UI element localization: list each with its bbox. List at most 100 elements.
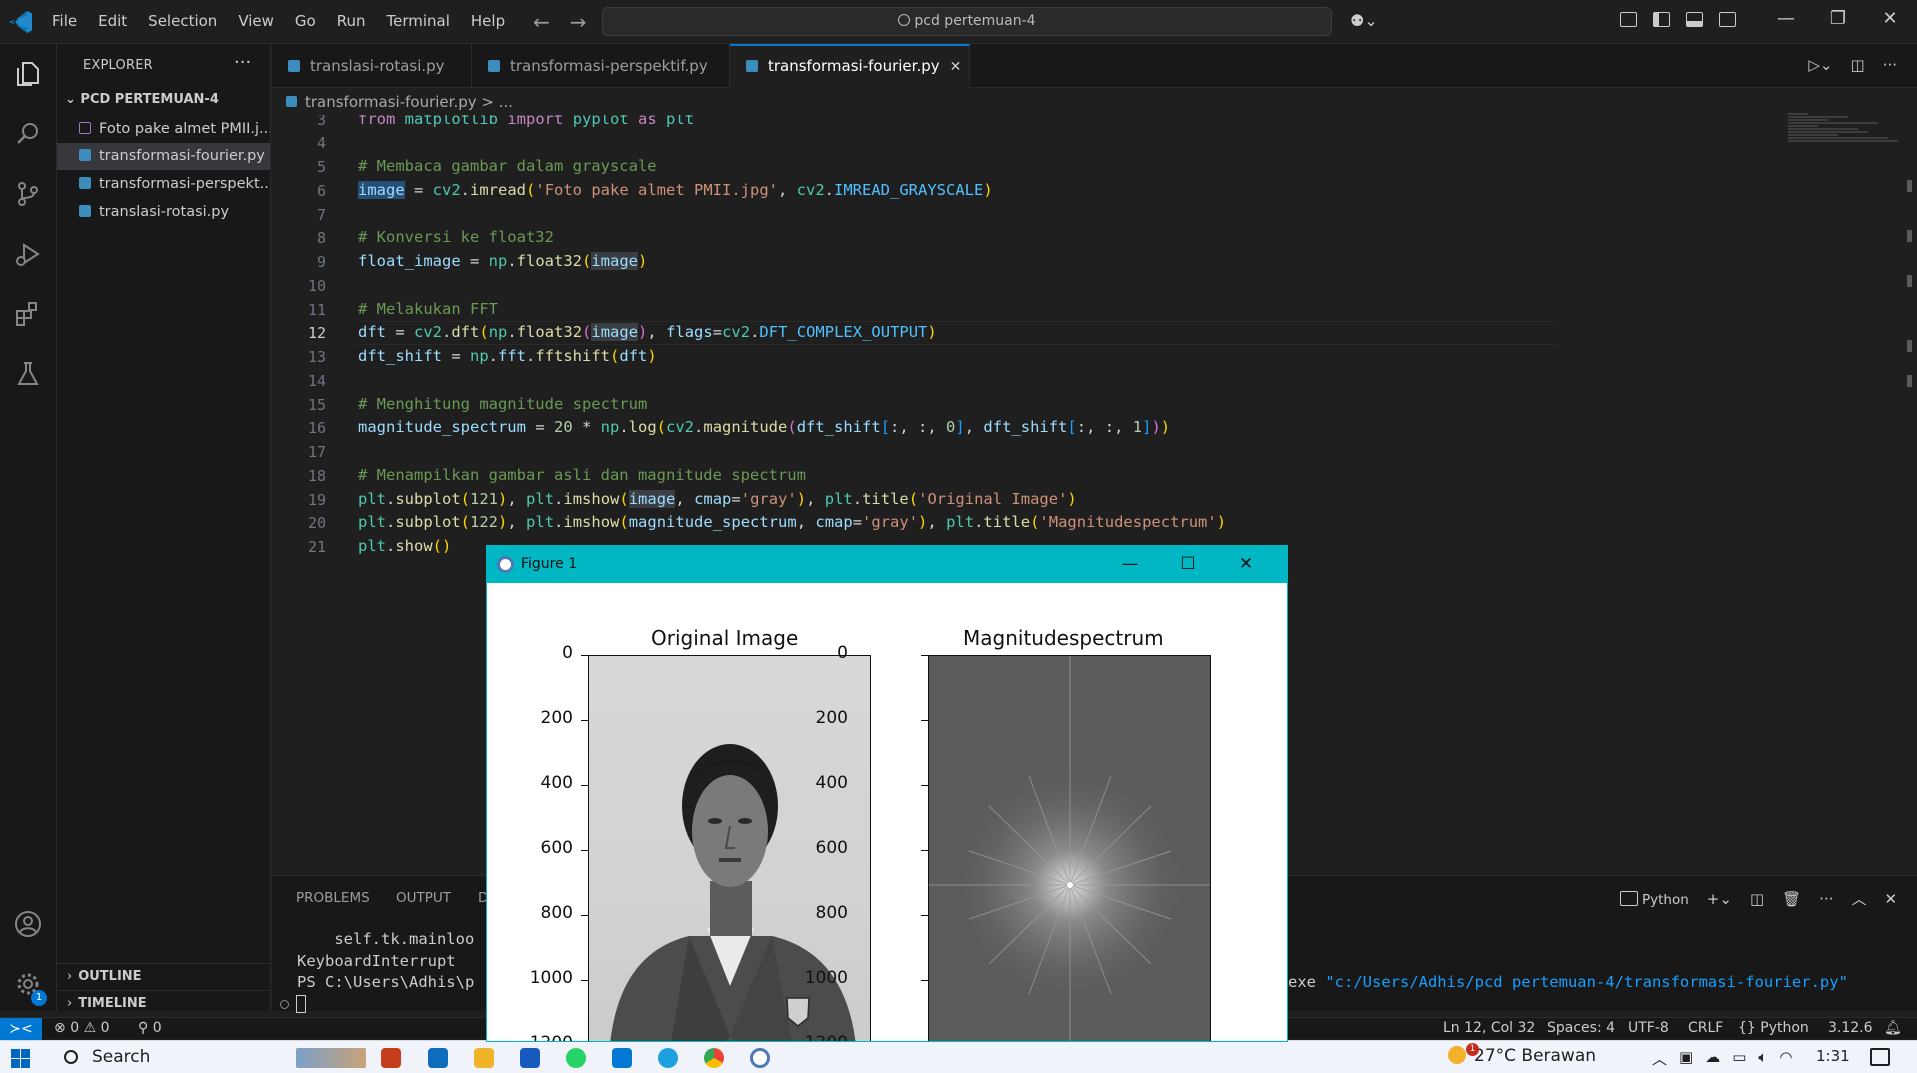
split-editor-icon[interactable]: ◫	[1851, 56, 1865, 74]
menu-run[interactable]: Run	[337, 12, 366, 30]
ports-indicator[interactable]: ⚲ 0	[138, 1020, 162, 1036]
wifi-icon[interactable]: ◠	[1779, 1048, 1792, 1069]
file-item-translasi-rotasi[interactable]: translasi-rotasi.py	[57, 199, 270, 226]
meet-now-icon[interactable]: ▣	[1679, 1048, 1693, 1069]
chevron-up-icon[interactable]: ︿	[1851, 888, 1866, 909]
taskbar-search[interactable]: Search	[46, 1043, 286, 1072]
python-version[interactable]: 3.12.6	[1828, 1020, 1873, 1036]
whatsapp-icon[interactable]	[566, 1048, 586, 1068]
toggle-panel-icon[interactable]	[1686, 12, 1703, 27]
tab-transformasi-fourier[interactable]: transformasi-fourier.py ✕	[730, 44, 970, 88]
microsoft-store-icon[interactable]	[428, 1048, 448, 1068]
more-actions-icon[interactable]: ···	[234, 52, 251, 73]
matplotlib-icon	[497, 556, 514, 573]
new-terminal-icon[interactable]: +⌄	[1707, 890, 1732, 908]
problems-indicator[interactable]: ⊗ 0 ⚠ 0	[54, 1020, 110, 1036]
run-python-icon[interactable]: ▷⌄	[1808, 56, 1832, 74]
line-number: 5	[316, 158, 326, 176]
close-icon[interactable]: ✕	[1864, 8, 1916, 29]
tab-output[interactable]: OUTPUT	[396, 890, 451, 906]
terminal-selector[interactable]: Python	[1620, 890, 1689, 908]
tab-label: transformasi-perspektif.py	[510, 57, 708, 75]
python-figure-icon[interactable]	[750, 1048, 770, 1068]
minimap[interactable]	[1788, 113, 1904, 153]
widgets-icon[interactable]	[296, 1048, 366, 1068]
encoding[interactable]: UTF-8	[1628, 1020, 1669, 1036]
end-of-line[interactable]: CRLF	[1688, 1020, 1723, 1036]
spectrum-image	[929, 656, 1210, 1041]
menu-file[interactable]: File	[52, 12, 77, 30]
minimize-icon[interactable]: —	[1760, 8, 1812, 29]
toggle-secondary-sidebar-icon[interactable]	[1719, 12, 1736, 27]
outline-section[interactable]: › OUTLINE	[57, 963, 270, 989]
left-ytick-mark	[581, 850, 588, 851]
notification-center-icon[interactable]	[1870, 1048, 1890, 1066]
clock[interactable]: 1:31	[1816, 1047, 1850, 1065]
onedrive-cloud-icon[interactable]: ☁	[1705, 1048, 1720, 1069]
file-item-transformasi-fourier[interactable]: transformasi-fourier.py	[57, 143, 270, 170]
remote-indicator-icon[interactable]: ≻<	[0, 1018, 42, 1040]
source-control-icon[interactable]	[14, 180, 42, 208]
matplotlib-figure-window[interactable]: Figure 1 — ☐ ✕ Original Image 0 200 400 …	[486, 545, 1288, 1042]
more-actions-icon[interactable]: ···	[1819, 890, 1833, 908]
battery-icon[interactable]: ▭	[1732, 1048, 1746, 1069]
run-debug-icon[interactable]	[14, 240, 42, 268]
toggle-sidebar-icon[interactable]	[1653, 12, 1670, 27]
timeline-section[interactable]: › TIMELINE	[57, 990, 270, 1016]
extensions-icon[interactable]	[14, 300, 42, 328]
restore-icon[interactable]: ❐	[1812, 8, 1864, 29]
command-center-label: pcd pertemuan-4	[914, 13, 1036, 29]
windows-start-icon[interactable]	[11, 1049, 30, 1068]
menu-go[interactable]: Go	[295, 12, 316, 30]
split-terminal-icon[interactable]: ◫	[1750, 890, 1764, 908]
powerpoint-icon[interactable]	[381, 1048, 401, 1068]
explorer-icon[interactable]	[14, 60, 42, 88]
edge-icon[interactable]	[658, 1048, 678, 1068]
chrome-icon[interactable]	[704, 1048, 724, 1068]
warning-icon: ⚠	[83, 1020, 97, 1036]
language-mode[interactable]: {} Python	[1738, 1020, 1809, 1036]
menu-view[interactable]: View	[238, 12, 274, 30]
close-icon[interactable]: ✕	[1217, 546, 1275, 583]
tab-problems[interactable]: PROBLEMS	[296, 890, 370, 906]
forward-arrow-icon[interactable]: →	[570, 10, 587, 34]
testing-icon[interactable]	[14, 360, 42, 388]
cursor-position[interactable]: Ln 12, Col 32	[1443, 1020, 1535, 1036]
breadcrumb[interactable]: transformasi-fourier.py > ...	[272, 89, 513, 115]
menu-edit[interactable]: Edit	[98, 12, 127, 30]
explorer-title: EXPLORER	[83, 58, 153, 73]
copilot-icon[interactable]: ⚉⌄	[1350, 11, 1378, 30]
trash-icon[interactable]: 🗑	[1782, 890, 1801, 908]
tab-translasi-rotasi[interactable]: translasi-rotasi.py	[272, 44, 472, 88]
chevron-up-icon[interactable]: ︿	[1652, 1048, 1667, 1069]
figure-title-bar[interactable]: Figure 1 — ☐ ✕	[487, 546, 1287, 583]
menu-terminal[interactable]: Terminal	[387, 12, 450, 30]
file-item-foto[interactable]: Foto pake almet PMII.j...	[57, 116, 270, 143]
maximize-icon[interactable]: ☐	[1159, 546, 1217, 583]
more-actions-icon[interactable]: ···	[1883, 56, 1897, 74]
word-icon[interactable]	[520, 1048, 540, 1068]
vscode-taskbar-icon[interactable]	[612, 1048, 632, 1068]
back-arrow-icon[interactable]: ←	[533, 10, 550, 34]
scrollbar-markers[interactable]	[1907, 180, 1913, 410]
command-center-search[interactable]: pcd pertemuan-4	[602, 7, 1332, 36]
notifications-bell-icon[interactable]: 🔔︎	[1884, 1020, 1902, 1036]
left-ytick-mark	[581, 980, 588, 981]
left-ytick: 1000	[529, 968, 573, 988]
close-tab-icon[interactable]: ✕	[950, 59, 962, 75]
menu-selection[interactable]: Selection	[148, 12, 217, 30]
volume-icon[interactable]: 🔈︎	[1758, 1048, 1767, 1069]
file-explorer-icon[interactable]	[474, 1048, 494, 1068]
close-panel-icon[interactable]: ✕	[1885, 890, 1898, 908]
account-icon[interactable]	[14, 910, 42, 938]
customize-layout-icon[interactable]	[1620, 12, 1637, 27]
figure-window-controls: — ☐ ✕	[1101, 546, 1275, 583]
folder-header[interactable]: ⌄ PCD PERTEMUAN-4	[65, 92, 219, 107]
menu-help[interactable]: Help	[471, 12, 505, 30]
indentation[interactable]: Spaces: 4	[1547, 1020, 1615, 1036]
minimize-icon[interactable]: —	[1101, 546, 1159, 583]
tab-transformasi-perspektif[interactable]: transformasi-perspektif.py	[472, 44, 730, 88]
file-item-transformasi-perspektif[interactable]: transformasi-perspekt...	[57, 171, 270, 198]
search-icon[interactable]	[14, 120, 42, 148]
left-ytick: 400	[540, 773, 573, 793]
